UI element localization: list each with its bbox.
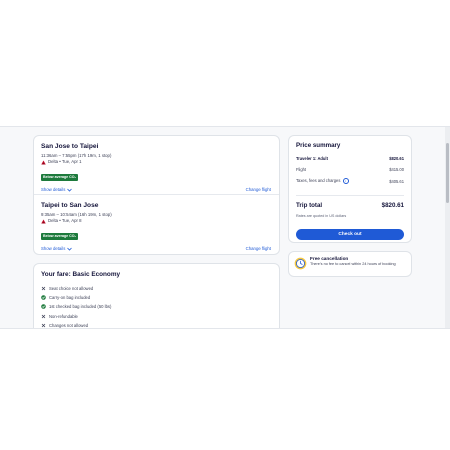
delta-logo-icon bbox=[41, 160, 46, 164]
x-icon bbox=[41, 323, 46, 328]
flight-segment-return: Taipei to San Jose 9:35am – 10:54am (16h… bbox=[41, 202, 271, 252]
delta-logo-icon bbox=[41, 219, 46, 223]
cancellation-title: Free cancellation bbox=[310, 256, 349, 261]
fare-feature-item: Changes not allowed bbox=[41, 321, 111, 328]
traveler-label: Traveler 1: Adult bbox=[296, 156, 328, 161]
show-details-label: Show details bbox=[41, 246, 66, 251]
fare-feature-item: 1st checked bag included (50 lbs) bbox=[41, 302, 111, 311]
free-cancellation-card: Free cancellation There's no fee to canc… bbox=[288, 251, 412, 277]
taxes-value: $405.61 bbox=[389, 178, 404, 184]
change-flight-link[interactable]: Change flight bbox=[246, 187, 271, 192]
checkout-button[interactable]: Check out bbox=[296, 229, 404, 240]
clock-icon bbox=[294, 257, 307, 270]
fare-title: Your fare: Basic Economy bbox=[41, 271, 121, 278]
show-details-link[interactable]: Show details bbox=[41, 246, 73, 251]
airline-date-text: Delta • Tue, Apr 1 bbox=[48, 159, 82, 164]
co2-badge: Below average CO₂ bbox=[41, 233, 79, 240]
fare-feature-item: Seat choice not allowed bbox=[41, 284, 111, 293]
rates-note: Rates are quoted in US dollars bbox=[296, 214, 347, 218]
fare-feature-text: 1st checked bag included (50 lbs) bbox=[49, 304, 112, 310]
summary-divider bbox=[296, 195, 404, 196]
scrollbar-thumb[interactable] bbox=[446, 143, 449, 203]
taxes-label-group: Taxes, fees and charges i bbox=[296, 178, 349, 184]
price-summary-title: Price summary bbox=[296, 142, 341, 149]
show-details-link[interactable]: Show details bbox=[41, 187, 73, 192]
flight-price-row: Flight $415.00 bbox=[296, 167, 404, 172]
fare-feature-text: Changes not allowed bbox=[49, 322, 89, 328]
fare-card: Your fare: Basic Economy Seat choice not… bbox=[33, 263, 280, 328]
flight-route: Taipei to San Jose bbox=[41, 202, 99, 209]
airline-date-text: Delta • Tue, Apr 8 bbox=[48, 218, 82, 223]
taxes-row: Taxes, fees and charges i $405.61 bbox=[296, 178, 404, 184]
traveler-value: $820.61 bbox=[389, 156, 404, 161]
flights-card: San Jose to Taipei 11:36am – 7:55pm (17h… bbox=[33, 135, 280, 255]
flight-airline-date: Delta • Tue, Apr 8 bbox=[41, 218, 271, 224]
info-icon[interactable]: i bbox=[342, 178, 349, 184]
chevron-down-icon bbox=[67, 247, 73, 251]
fare-feature-item: Non-refundable bbox=[41, 312, 111, 321]
change-flight-link[interactable]: Change flight bbox=[246, 246, 271, 251]
traveler-row: Traveler 1: Adult $820.61 bbox=[296, 156, 404, 161]
chevron-down-icon bbox=[67, 188, 73, 192]
fare-feature-text: Non-refundable bbox=[49, 313, 78, 319]
fare-feature-item: Carry-on bag included bbox=[41, 293, 111, 302]
fare-feature-text: Seat choice not allowed bbox=[49, 286, 94, 292]
x-icon bbox=[41, 286, 46, 291]
price-summary-card: Price summary Traveler 1: Adult $820.61 … bbox=[288, 135, 412, 243]
trip-total-row: Trip total $820.61 bbox=[296, 202, 404, 209]
check-icon bbox=[41, 295, 46, 301]
flight-times: 9:35am – 10:54am (16h 19m, 1 stop) bbox=[41, 212, 112, 217]
page-viewport: San Jose to Taipei 11:36am – 7:55pm (17h… bbox=[0, 126, 450, 329]
trip-total-value: $820.61 bbox=[381, 202, 404, 209]
cancellation-description: There's no fee to cancel within 24 hours… bbox=[310, 262, 396, 266]
flight-times: 11:36am – 7:55pm (17h 19m, 1 stop) bbox=[41, 153, 112, 158]
co2-badge: Below average CO₂ bbox=[41, 174, 79, 181]
flight-segment-outbound: San Jose to Taipei 11:36am – 7:55pm (17h… bbox=[41, 143, 271, 193]
vertical-scrollbar[interactable] bbox=[445, 127, 450, 328]
flight-price-label: Flight bbox=[296, 167, 307, 172]
x-icon bbox=[41, 314, 46, 318]
flight-route: San Jose to Taipei bbox=[41, 143, 99, 150]
taxes-label: Taxes, fees and charges bbox=[296, 178, 341, 183]
flight-airline-date: Delta • Tue, Apr 1 bbox=[41, 159, 271, 165]
show-details-label: Show details bbox=[41, 187, 66, 192]
fare-features-list: Seat choice not allowed Carry-on bag inc… bbox=[41, 284, 111, 328]
flight-price-value: $415.00 bbox=[389, 167, 404, 172]
trip-total-label: Trip total bbox=[296, 202, 323, 209]
check-icon bbox=[41, 304, 46, 310]
fare-feature-text: Carry-on bag included bbox=[49, 295, 91, 301]
segment-divider bbox=[34, 194, 279, 195]
